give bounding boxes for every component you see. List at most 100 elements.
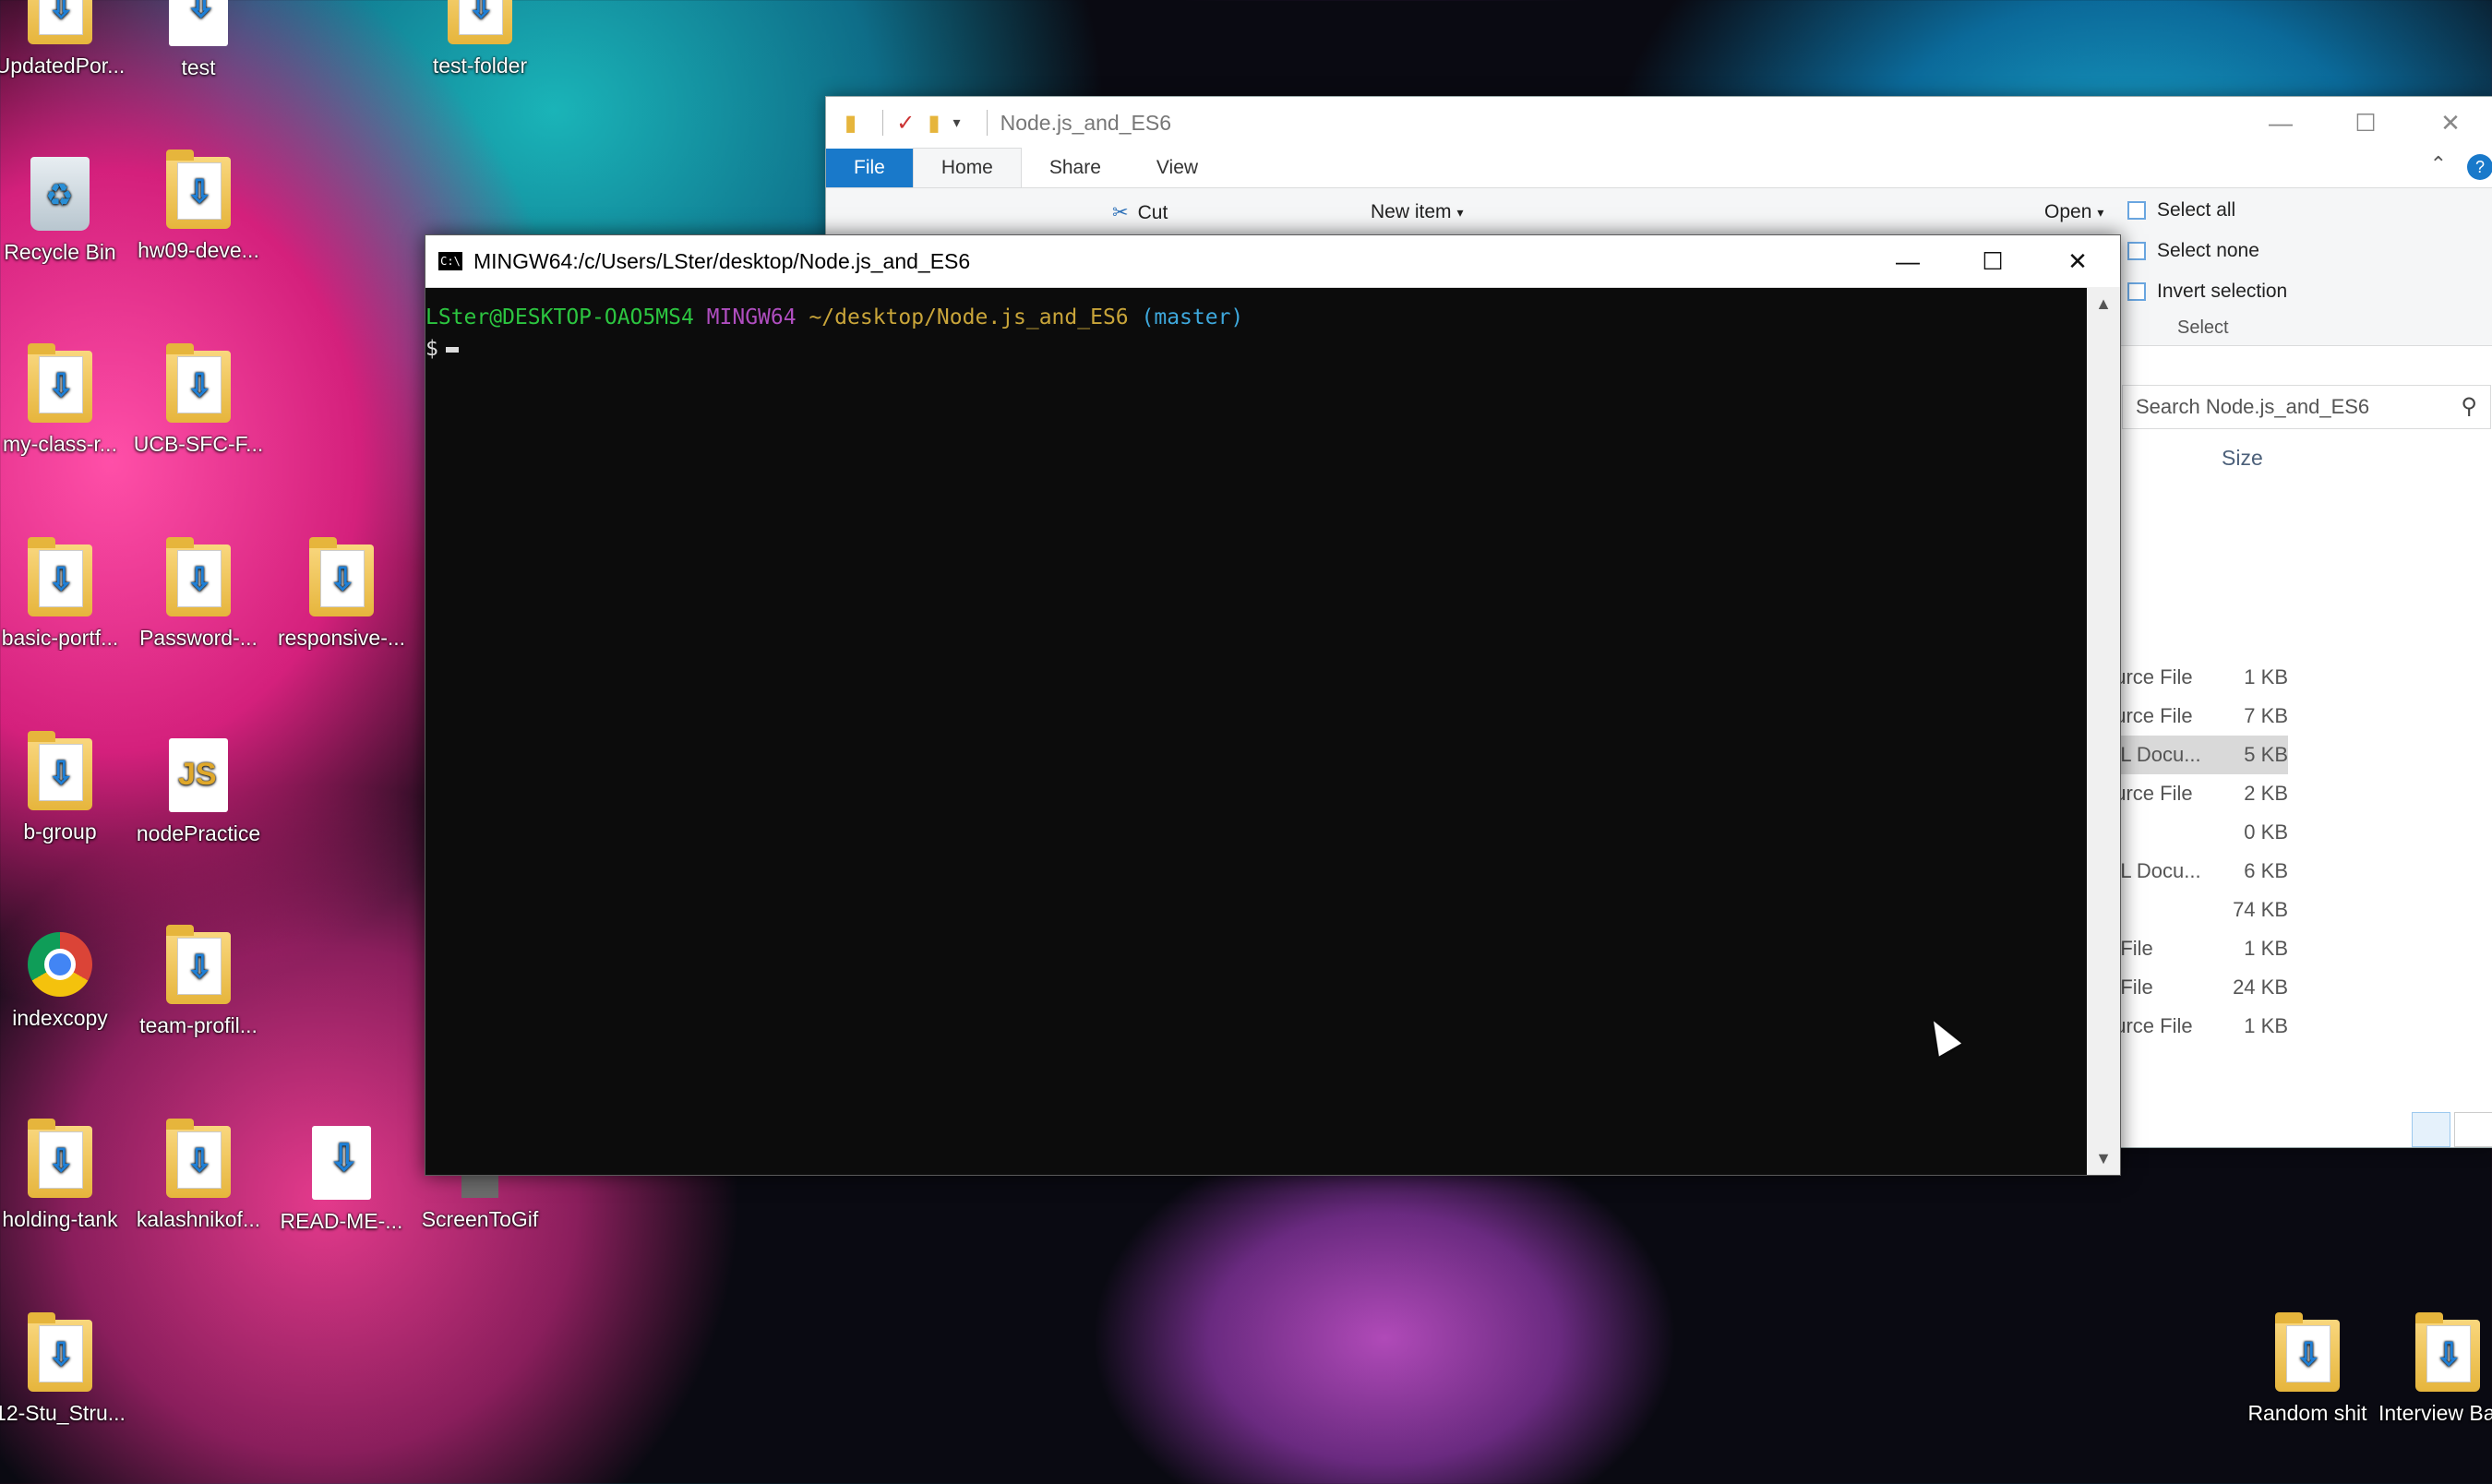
close-button[interactable]: ✕ <box>2408 97 2492 149</box>
folder-icon[interactable]: ▮ <box>845 110 857 137</box>
desktop-icon[interactable]: ⇩ b-group <box>0 731 129 844</box>
folder-icon: ⇩ <box>28 731 92 810</box>
desktop-icon[interactable]: ⇩ UCB-SFC-F... <box>129 343 268 457</box>
maximize-button[interactable]: ☐ <box>1950 235 2035 287</box>
minimize-button[interactable]: — <box>1865 235 1950 287</box>
file-size-cell: 5 KB <box>2244 743 2288 766</box>
table-row[interactable]: ML Docu... 5 KB <box>2103 736 2288 774</box>
desktop-icon[interactable]: ⇩ hw09-deve... <box>129 150 268 263</box>
select-all-label: Select all <box>2157 199 2236 221</box>
chevron-down-icon: ▾ <box>2097 204 2104 220</box>
table-row[interactable]: ML Docu... 6 KB <box>2103 852 2288 891</box>
table-row[interactable]: e File 24 KB <box>2103 968 2288 1007</box>
desktop-icon[interactable]: ⇩ test <box>129 0 268 80</box>
maximize-button[interactable]: ☐ <box>2323 97 2408 149</box>
tab-file[interactable]: File <box>826 149 913 187</box>
desktop-icon[interactable]: ⇩ READ-ME-... <box>272 1126 411 1234</box>
minimize-button[interactable]: — <box>2238 97 2323 149</box>
open-label: Open <box>2044 201 2092 222</box>
search-input[interactable]: Search Node.js_and_ES6 ⚲ <box>2122 385 2491 429</box>
desktop-icon[interactable]: ⇩ holding-tank <box>0 1119 129 1232</box>
document-icon: ⇩ <box>169 0 228 46</box>
table-row[interactable]: ource File 7 KB <box>2103 697 2288 736</box>
folder-icon: ⇩ <box>28 0 92 44</box>
desktop-icon[interactable]: ♻ Recycle Bin <box>0 157 129 265</box>
desktop-icon-label: test <box>181 55 216 79</box>
new-item-button[interactable]: New item ▾ <box>1371 201 1464 223</box>
desktop-icon[interactable]: ⇩ Password-... <box>129 537 268 651</box>
desktop-icon-label: Interview Basics <box>2378 1401 2492 1425</box>
desktop-icon-label: Random shit <box>2247 1401 2367 1425</box>
desktop-icon[interactable]: JS nodePractice <box>129 738 268 846</box>
desktop-icon[interactable]: ⇩ UpdatedPor... <box>0 0 129 78</box>
folder-icon: ⇩ <box>166 1119 231 1198</box>
folder-icon: ⇩ <box>166 925 231 1004</box>
scroll-up-icon[interactable]: ▲ <box>2087 287 2120 320</box>
file-size-cell: 24 KB <box>2233 975 2288 999</box>
table-row[interactable]: ource File 1 KB <box>2103 658 2288 697</box>
desktop-icon[interactable]: ⇩ my-class-r... <box>0 343 129 457</box>
view-toggle <box>2408 1112 2492 1147</box>
properties-icon[interactable]: ✓ <box>896 110 915 137</box>
recycle-bin-icon: ♻ <box>30 157 90 231</box>
desktop-icon-label: kalashnikof... <box>136 1207 261 1231</box>
scissors-icon: ✂ <box>1112 202 1129 223</box>
terminal-scrollbar[interactable]: ▲ ▼ <box>2087 287 2120 1175</box>
search-icon: ⚲ <box>2461 394 2477 419</box>
collapse-ribbon-icon[interactable]: ⌃ <box>2430 152 2447 176</box>
prompt-line: LSter@DESKTOP-OAO5MS4 MINGW64 ~/desktop/… <box>425 302 2087 333</box>
desktop-icon[interactable]: ⇩ 12-Stu_Stru... <box>0 1312 129 1426</box>
quick-access-dropdown-icon[interactable]: ▾ <box>953 114 961 132</box>
scroll-down-icon[interactable]: ▼ <box>2087 1142 2120 1175</box>
folder-icon: ⇩ <box>28 343 92 423</box>
prompt-branch: (master) <box>1141 305 1244 329</box>
desktop-icon-label: indexcopy <box>12 1006 108 1030</box>
desktop-icon-label: UpdatedPor... <box>0 54 126 78</box>
prompt-symbol: $ <box>425 337 438 361</box>
chevron-down-icon: ▾ <box>1456 204 1464 220</box>
tab-home[interactable]: Home <box>912 148 1022 187</box>
desktop-icon[interactable]: ⇩ responsive-... <box>272 537 411 651</box>
js-file-icon: JS <box>169 738 228 812</box>
desktop-icon[interactable]: indexcopy <box>0 932 129 1031</box>
table-row[interactable]: ource File 2 KB <box>2103 774 2288 813</box>
new-folder-icon[interactable]: ▮ <box>928 110 940 137</box>
cut-label: Cut <box>1137 201 1168 223</box>
desktop-icon[interactable]: ⇩ team-profil... <box>129 925 268 1038</box>
tab-share[interactable]: Share <box>1022 149 1129 187</box>
details-view-icon[interactable] <box>2412 1112 2450 1147</box>
table-row[interactable]: 0 KB <box>2103 813 2288 852</box>
select-all-icon <box>2127 201 2146 220</box>
explorer-title: Node.js_and_ES6 <box>1000 110 1171 135</box>
terminal-title: MINGW64:/c/Users/LSter/desktop/Node.js_a… <box>473 248 971 273</box>
desktop-icon[interactable]: ⇩ kalashnikof... <box>129 1119 268 1232</box>
invert-selection-label: Invert selection <box>2157 281 2288 302</box>
folder-icon: ⇩ <box>28 1312 92 1392</box>
desktop-icon-label: hw09-deve... <box>138 238 259 262</box>
column-header-size[interactable]: Size <box>2222 446 2263 471</box>
open-button[interactable]: Open ▾ <box>2044 201 2103 223</box>
desktop-icon-label: ScreenToGif <box>421 1207 539 1231</box>
cut-button[interactable]: ✂ Cut <box>1112 201 1168 224</box>
folder-icon: ⇩ <box>2415 1312 2480 1392</box>
terminal-output[interactable]: LSter@DESKTOP-OAO5MS4 MINGW64 ~/desktop/… <box>425 287 2087 1175</box>
desktop-icon[interactable]: ⇩ test-folder <box>411 0 549 78</box>
close-button[interactable]: ✕ <box>2035 235 2120 287</box>
folder-icon: ⇩ <box>2275 1312 2340 1392</box>
invert-selection-button[interactable]: Invert selection <box>2127 281 2287 303</box>
help-icon[interactable]: ? <box>2467 154 2492 180</box>
input-line[interactable]: $ <box>425 333 2087 365</box>
table-row[interactable]: e File 1 KB <box>2103 929 2288 968</box>
new-item-label: New item <box>1371 201 1452 222</box>
table-row[interactable]: ource File 1 KB <box>2103 1007 2288 1046</box>
select-none-button[interactable]: Select none <box>2127 240 2259 262</box>
desktop-icon[interactable]: ⇩ basic-portf... <box>0 537 129 651</box>
table-row[interactable]: 74 KB <box>2103 891 2288 929</box>
desktop-icon-label: basic-portf... <box>1 626 119 650</box>
file-size-cell: 6 KB <box>2244 859 2288 882</box>
select-all-button[interactable]: Select all <box>2127 199 2235 221</box>
tab-view[interactable]: View <box>1129 149 1226 187</box>
desktop-icon[interactable]: ⇩ Random shit <box>2238 1312 2377 1426</box>
desktop-icon[interactable]: ⇩ Interview Basics <box>2378 1312 2492 1426</box>
large-icons-view-icon[interactable] <box>2454 1112 2492 1147</box>
